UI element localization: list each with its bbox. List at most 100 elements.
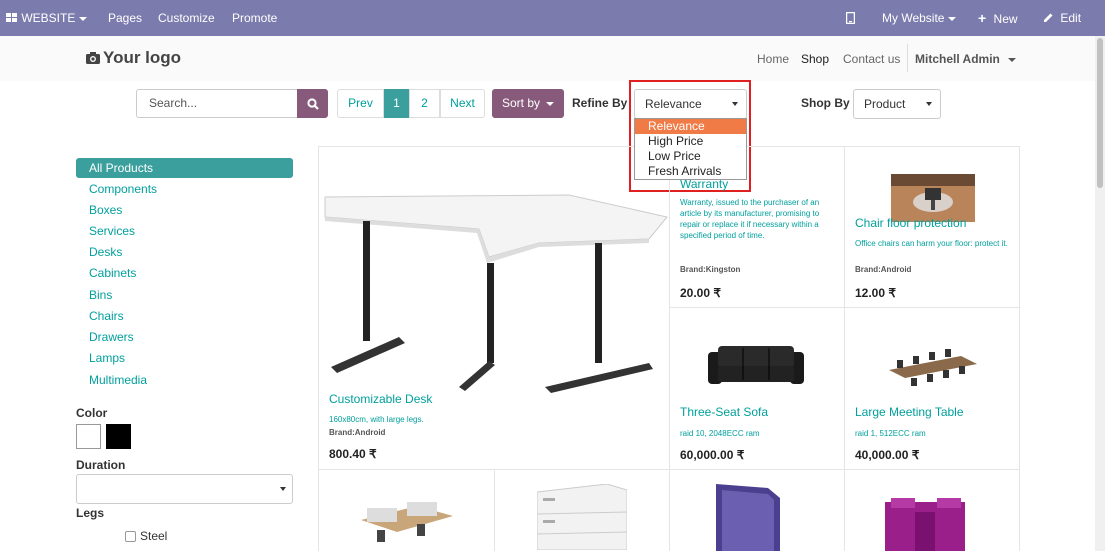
category-cabinets[interactable]: Cabinets: [76, 263, 293, 283]
search-icon: [307, 98, 319, 110]
my-website-label: My Website: [882, 11, 945, 25]
product-brand: Brand:Android: [329, 428, 385, 437]
website-menu[interactable]: WEBSITE: [6, 0, 88, 36]
category-drawers[interactable]: Drawers: [76, 327, 293, 347]
search-button[interactable]: [297, 89, 328, 118]
cabinet-image: [885, 498, 965, 551]
sort-by-label: Sort by: [501, 96, 540, 110]
product-description: raid 1, 512ECC ram: [855, 429, 926, 438]
scrollbar-thumb[interactable]: [1097, 38, 1103, 188]
customize-menu[interactable]: Customize: [158, 0, 215, 36]
promote-menu[interactable]: Promote: [232, 0, 277, 36]
category-components[interactable]: Components: [76, 179, 293, 199]
category-boxes[interactable]: Boxes: [76, 200, 293, 220]
pager-next[interactable]: Next: [440, 89, 485, 118]
pager-page-2[interactable]: 2: [409, 89, 440, 118]
filter-color-label: Color: [76, 406, 108, 420]
product-card-panel[interactable]: [670, 470, 845, 551]
mobile-preview-icon[interactable]: [845, 0, 856, 36]
dropdown-arrow-icon: [280, 487, 286, 491]
pager-prev[interactable]: Prev: [337, 89, 384, 118]
product-card-workstation[interactable]: [319, 470, 495, 551]
panel-image: [716, 484, 780, 551]
my-website-menu[interactable]: My Website: [882, 0, 957, 36]
brand-label: Brand:: [855, 265, 881, 274]
refine-by-label: Refine By: [572, 96, 628, 110]
site-header: Your logo Home Shop Contact us Mitchell …: [0, 36, 1095, 81]
shop-by-value: Product: [864, 97, 906, 111]
logo-text: Your logo: [103, 48, 182, 67]
refine-option-low-price[interactable]: Low Price: [635, 149, 746, 164]
product-price: 60,000.00 ₹: [680, 448, 745, 462]
filter-legs-label: Legs: [76, 506, 105, 520]
workstation-image: [361, 502, 453, 542]
product-card-desk[interactable]: Customizable Desk 160x80cm, with large l…: [319, 147, 670, 470]
brand-value: Android: [880, 265, 912, 274]
user-menu[interactable]: Mitchell Admin: [915, 52, 1016, 66]
product-card-sofa[interactable]: Three-Seat Sofa raid 10, 2048ECC ram 60,…: [670, 308, 845, 470]
camera-icon: [86, 52, 100, 64]
edit-button[interactable]: Edit: [1043, 0, 1081, 36]
new-button[interactable]: + New: [978, 0, 1018, 36]
product-name[interactable]: Chair floor protection: [855, 216, 966, 230]
duration-select[interactable]: [76, 474, 293, 504]
page-scrollbar[interactable]: [1095, 36, 1105, 551]
chevron-down-icon: [79, 16, 88, 21]
category-bins[interactable]: Bins: [76, 285, 293, 305]
product-name[interactable]: Three-Seat Sofa: [680, 405, 768, 419]
color-swatch-white[interactable]: [76, 424, 101, 449]
category-chairs[interactable]: Chairs: [76, 306, 293, 326]
filter-duration-label: Duration: [76, 458, 126, 472]
brand-value: Kingston: [705, 265, 741, 274]
dropdown-arrow-icon: [926, 102, 932, 106]
product-price: 800.40 ₹: [329, 447, 377, 461]
edit-label: Edit: [1060, 11, 1082, 25]
pencil-icon: [1044, 13, 1053, 22]
refine-option-fresh-arrivals[interactable]: Fresh Arrivals: [635, 164, 746, 179]
product-description: raid 10, 2048ECC ram: [680, 429, 760, 438]
product-brand: Brand:Kingston: [680, 265, 740, 274]
shop-by-select[interactable]: Product: [853, 89, 941, 119]
refine-by-dropdown: Relevance High Price Low Price Fresh Arr…: [634, 118, 747, 180]
category-all-products[interactable]: All Products: [76, 158, 293, 178]
nav-divider: [907, 44, 908, 72]
chevron-down-icon: [1007, 57, 1016, 62]
category-lamps[interactable]: Lamps: [76, 348, 293, 368]
category-services[interactable]: Services: [76, 221, 293, 241]
pages-menu[interactable]: Pages: [108, 0, 142, 36]
legs-steel-label: Steel: [140, 529, 168, 543]
nav-shop[interactable]: Shop: [801, 52, 829, 66]
admin-topbar: WEBSITE Pages Customize Promote My Websi…: [0, 0, 1105, 36]
product-description: 160x80cm, with large legs.: [329, 415, 424, 424]
pager-page-1[interactable]: 1: [384, 89, 409, 118]
search-input[interactable]: Search...: [136, 89, 298, 118]
brand-label: Brand:: [680, 265, 706, 274]
legs-steel-checkbox[interactable]: [125, 531, 136, 542]
category-desks[interactable]: Desks: [76, 242, 293, 262]
product-brand: Brand:Android: [855, 265, 911, 274]
nav-contact[interactable]: Contact us: [843, 52, 900, 66]
product-description: Office chairs can harm your floor: prote…: [855, 239, 1008, 248]
meeting-table-image: [889, 349, 977, 386]
brand-label: Brand:: [329, 428, 355, 437]
product-name[interactable]: Customizable Desk: [329, 392, 432, 406]
refine-option-high-price[interactable]: High Price: [635, 134, 746, 149]
color-swatch-black[interactable]: [106, 424, 131, 449]
new-label: New: [993, 12, 1018, 26]
chevron-down-icon: [546, 101, 554, 106]
product-description: Warranty, issued to the purchaser of an …: [680, 198, 820, 240]
refine-option-relevance[interactable]: Relevance: [635, 119, 746, 134]
product-name[interactable]: Large Meeting Table: [855, 405, 964, 419]
category-multimedia[interactable]: Multimedia: [76, 370, 293, 390]
product-card-drawer[interactable]: [495, 470, 670, 551]
product-card-chair-floor[interactable]: Chair floor protection Office chairs can…: [845, 147, 1020, 308]
product-card-meeting-table[interactable]: Large Meeting Table raid 1, 512ECC ram 4…: [845, 308, 1020, 470]
chevron-down-icon: [948, 16, 957, 21]
product-price: 12.00 ₹: [855, 286, 896, 300]
site-logo[interactable]: Your logo: [86, 48, 181, 68]
product-price: 40,000.00 ₹: [855, 448, 920, 462]
product-grid: Customizable Desk 160x80cm, with large l…: [318, 146, 1020, 551]
sort-by-button[interactable]: Sort by: [492, 89, 564, 118]
product-card-cabinet[interactable]: [845, 470, 1020, 551]
nav-home[interactable]: Home: [757, 52, 789, 66]
